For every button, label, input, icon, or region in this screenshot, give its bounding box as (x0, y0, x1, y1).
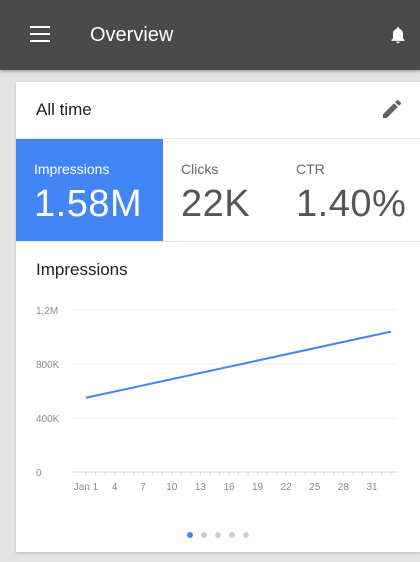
page-title: Overview (90, 24, 174, 46)
x-tick-label: 4 (112, 482, 118, 493)
overview-card: All time Impressions 1.58M Clicks 22K CT… (16, 82, 420, 552)
page-indicator-dot[interactable] (187, 532, 193, 538)
impressions-series-line (85, 330, 392, 399)
x-tick-label: 13 (195, 482, 207, 493)
metric-label: Clicks (181, 161, 219, 177)
period-row: All time (16, 82, 420, 139)
x-tick-label: 25 (309, 482, 321, 493)
y-tick-label: 800K (36, 360, 60, 371)
chart-section: 0 400K 800K 1,2M Jan 1 4 7 10 13 16 19 22 25 28 31 Imp… (16, 242, 420, 552)
app-bar: Overview (0, 0, 420, 70)
x-tick-label: 28 (338, 482, 350, 493)
y-tick-label: 1,2M (36, 306, 58, 317)
period-label: All time (36, 100, 92, 119)
metric-value: 22K (181, 183, 251, 225)
x-tick-label: 31 (366, 482, 378, 493)
edit-pencil-icon[interactable] (380, 97, 404, 121)
x-tick-label: 7 (140, 482, 146, 493)
page-indicator-dot[interactable] (201, 532, 207, 538)
metric-tab-impressions[interactable]: Impressions 1.58M (16, 139, 163, 241)
metric-value: 1.58M (34, 183, 143, 225)
page-indicator-dot[interactable] (215, 532, 221, 538)
impressions-line-chart: 0 400K 800K 1,2M Jan 1 4 7 10 13 16 19 22 25 28 31 (36, 306, 398, 493)
x-tick-label: 10 (166, 482, 178, 493)
page-indicator (16, 532, 420, 542)
x-tick-label: Jan 1 (74, 482, 99, 493)
metric-value: 1.40% (296, 183, 407, 225)
metric-tab-ctr[interactable]: CTR 1.40% (278, 139, 420, 241)
page-indicator-dot[interactable] (229, 532, 235, 538)
metric-tab-clicks[interactable]: Clicks 22K (163, 139, 278, 241)
x-tick-label: 16 (223, 482, 235, 493)
notifications-icon[interactable] (388, 24, 408, 46)
metric-label: CTR (296, 161, 325, 177)
chart-title: Impressions (36, 260, 128, 279)
y-tick-label: 400K (36, 414, 60, 425)
menu-icon[interactable] (30, 26, 50, 42)
x-tick-label: 22 (281, 482, 293, 493)
y-tick-label: 0 (36, 468, 42, 479)
x-tick-label: 19 (252, 482, 264, 493)
metric-label: Impressions (34, 161, 110, 177)
page-indicator-dot[interactable] (243, 532, 249, 538)
metrics-tabs: Impressions 1.58M Clicks 22K CTR 1.40% (16, 139, 420, 242)
